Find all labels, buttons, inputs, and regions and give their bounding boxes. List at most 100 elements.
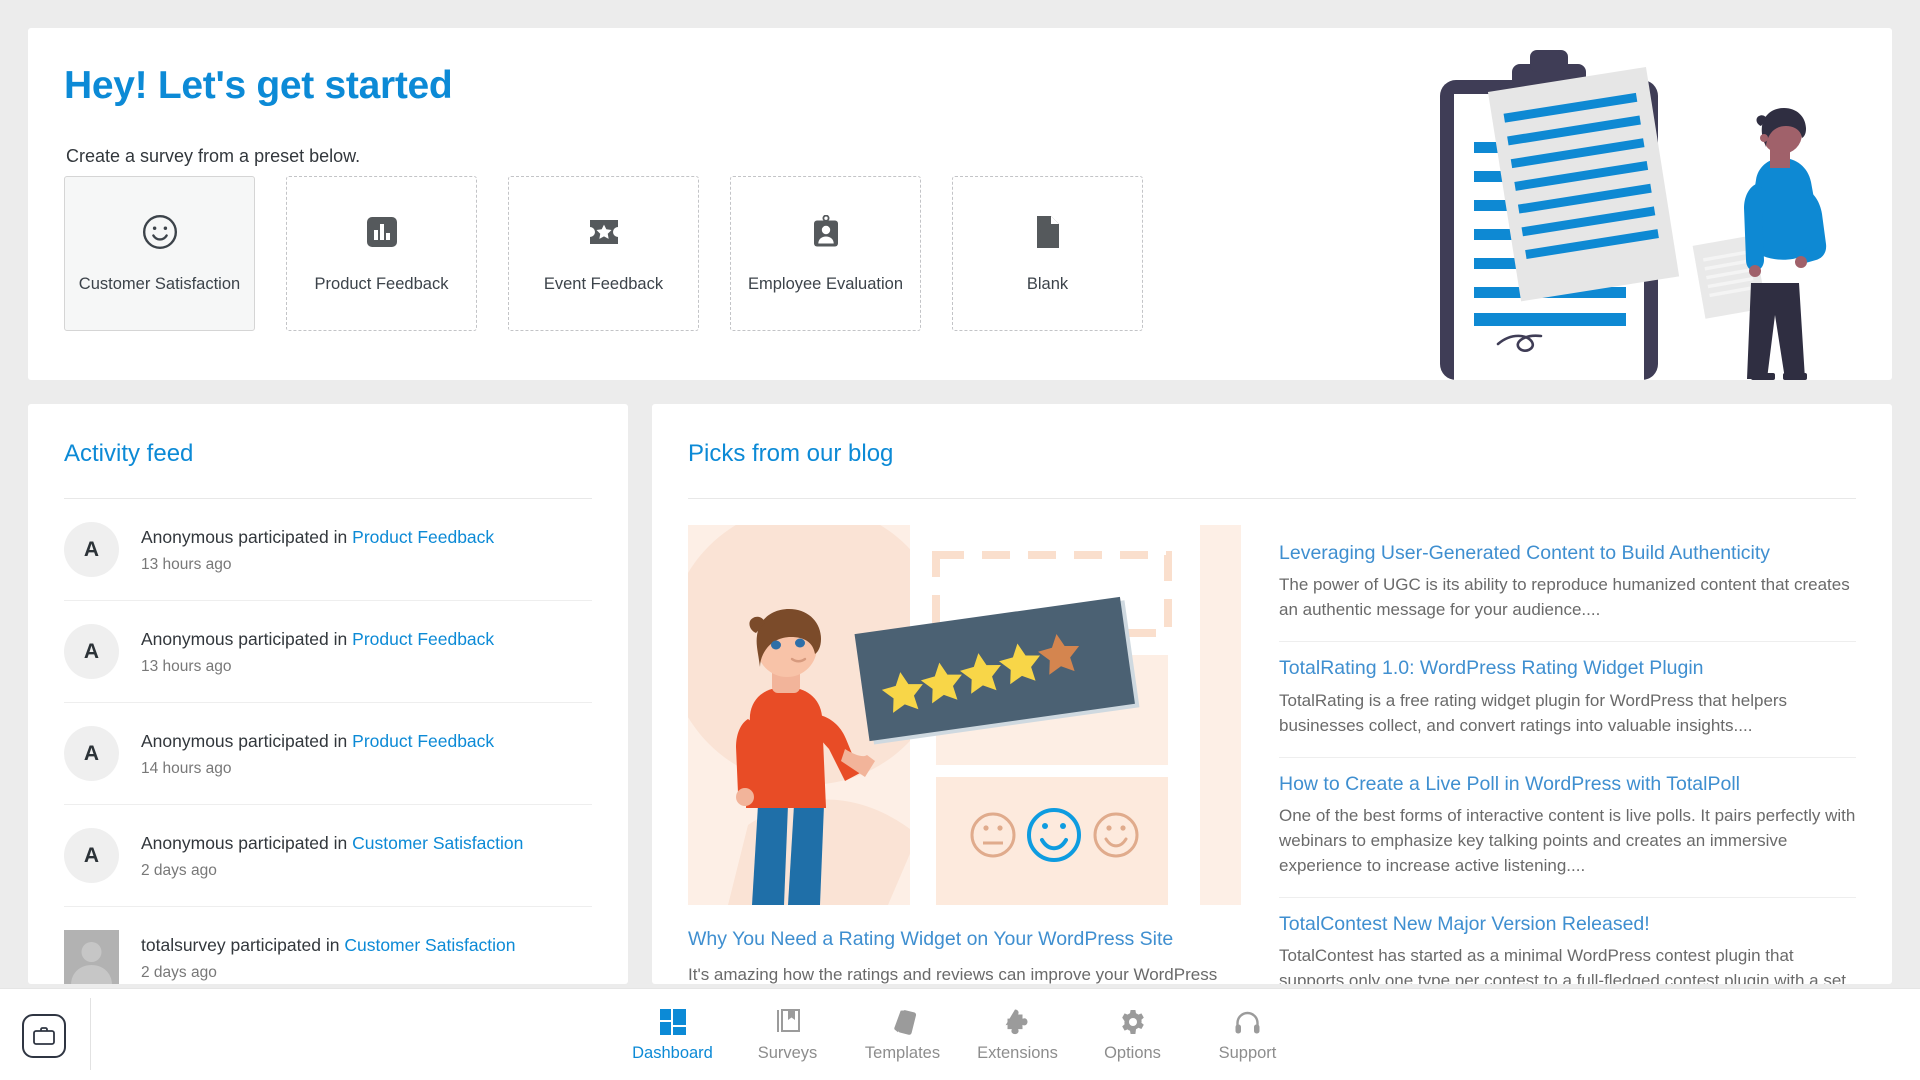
activity-feed-card: Activity feed A Anonymous participated i… [28, 404, 628, 984]
headset-icon [1234, 1007, 1261, 1035]
activity-time: 2 days ago [141, 862, 217, 880]
smiley-icon [141, 213, 179, 251]
activity-verb: participated in [230, 934, 340, 955]
activity-survey-link[interactable]: Product Feedback [352, 629, 494, 649]
post-excerpt: The power of UGC is its ability to repro… [1279, 575, 1850, 620]
activity-text: totalsurvey participated in Customer Sat… [141, 933, 516, 958]
activity-text: Anonymous participated in Product Feedba… [141, 627, 494, 652]
post-excerpt: One of the best forms of interactive con… [1279, 806, 1856, 876]
get-started-card: Hey! Let's get started Create a survey f… [28, 28, 1892, 380]
activity-user: Anonymous [141, 832, 234, 853]
activity-time: 13 hours ago [141, 658, 232, 676]
activity-user: Anonymous [141, 526, 234, 547]
page-title: Hey! Let's get started [64, 64, 453, 107]
avatar: A [64, 828, 119, 883]
blog-post-list: Leveraging User-Generated Content to Bui… [1279, 525, 1856, 984]
post-title[interactable]: TotalContest New Major Version Released! [1279, 912, 1856, 936]
activity-survey-link[interactable]: Customer Satisfaction [344, 935, 515, 955]
list-item[interactable]: TotalContest New Major Version Released!… [1279, 898, 1856, 984]
preset-list: Customer Satisfaction Product Feedback E… [64, 176, 1143, 331]
list-item[interactable]: How to Create a Live Poll in WordPress w… [1279, 758, 1856, 899]
nav-label: Dashboard [632, 1043, 713, 1062]
blog-picks-card: Picks from our blog Why You Need a Ratin… [652, 404, 1892, 984]
post-title[interactable]: Leveraging User-Generated Content to Bui… [1279, 541, 1856, 565]
activity-survey-link[interactable]: Product Feedback [352, 731, 494, 751]
nav-label: Surveys [757, 1043, 818, 1062]
preset-card-product-feedback[interactable]: Product Feedback [286, 176, 477, 331]
list-item[interactable]: A Anonymous participated in Customer Sat… [64, 805, 592, 907]
post-excerpt: TotalContest has started as a minimal Wo… [1279, 946, 1847, 984]
activity-user: Anonymous [141, 730, 234, 751]
activity-text: Anonymous participated in Product Feedba… [141, 525, 494, 550]
briefcase-icon[interactable] [22, 1014, 66, 1058]
activity-feed-title: Activity feed [64, 440, 194, 467]
preset-label: Product Feedback [314, 275, 449, 293]
post-title[interactable]: TotalRating 1.0: WordPress Rating Widget… [1279, 656, 1856, 680]
activity-survey-link[interactable]: Customer Satisfaction [352, 833, 523, 853]
preset-card-event-feedback[interactable]: Event Feedback [508, 176, 699, 331]
activity-user: totalsurvey [141, 934, 226, 955]
clipboard-and-person-illustration [1412, 28, 1882, 380]
preset-card-customer-satisfaction[interactable]: Customer Satisfaction [64, 176, 255, 331]
activity-survey-link[interactable]: Product Feedback [352, 527, 494, 547]
nav-label: Extensions [977, 1043, 1058, 1062]
nav-label: Support [1218, 1043, 1277, 1062]
nav-item-dashboard[interactable]: Dashboard [615, 1007, 730, 1063]
avatar: A [64, 624, 119, 679]
nav-item-support[interactable]: Support [1190, 1007, 1305, 1063]
avatar: A [64, 522, 119, 577]
nav-item-templates[interactable]: Templates [845, 1007, 960, 1063]
divider [90, 998, 91, 1070]
featured-post[interactable]: Why You Need a Rating Widget on Your Wor… [688, 525, 1241, 984]
nav-label: Templates [864, 1043, 941, 1062]
preset-label: Employee Evaluation [747, 275, 903, 293]
man-holding-star-rating-board-illustration [688, 525, 1241, 905]
avatar: A [64, 726, 119, 781]
bar-chart-icon [363, 213, 401, 251]
bottom-navigation-bar: Dashboard Surveys Templates Extensions O… [0, 988, 1920, 1080]
activity-text: Anonymous participated in Product Feedba… [141, 729, 494, 754]
list-item[interactable]: A Anonymous participated in Product Feed… [64, 703, 592, 805]
gear-icon [1120, 1007, 1146, 1035]
activity-time: 14 hours ago [141, 760, 232, 778]
book-icon [775, 1007, 801, 1035]
activity-verb: participated in [238, 628, 348, 649]
preset-label: Event Feedback [543, 275, 664, 293]
blank-page-icon [1029, 213, 1067, 251]
list-item[interactable]: A Anonymous participated in Product Feed… [64, 499, 592, 601]
preset-label: Customer Satisfaction [78, 275, 241, 293]
activity-text: Anonymous participated in Customer Satis… [141, 831, 523, 856]
activity-time: 2 days ago [141, 964, 217, 982]
dashboard-page: Hey! Let's get started Create a survey f… [0, 0, 1920, 1080]
activity-user: Anonymous [141, 628, 234, 649]
page-subtitle: Create a survey from a preset below. [66, 146, 361, 166]
post-title[interactable]: How to Create a Live Poll in WordPress w… [1279, 772, 1856, 796]
nav-item-options[interactable]: Options [1075, 1007, 1190, 1063]
preset-label: Blank [1026, 275, 1069, 293]
ticket-star-icon [585, 213, 623, 251]
templates-icon [889, 1007, 917, 1035]
dashboard-grid-icon [659, 1007, 686, 1035]
id-badge-icon [807, 213, 845, 251]
list-item[interactable]: Leveraging User-Generated Content to Bui… [1279, 527, 1856, 643]
activity-verb: participated in [238, 832, 348, 853]
post-excerpt: TotalRating is a free rating widget plug… [1279, 690, 1788, 735]
list-item[interactable]: A Anonymous participated in Product Feed… [64, 601, 592, 703]
nav-item-extensions[interactable]: Extensions [960, 1007, 1075, 1063]
blog-body: Why You Need a Rating Widget on Your Wor… [652, 499, 1892, 984]
preset-card-employee-evaluation[interactable]: Employee Evaluation [730, 176, 921, 331]
nav-items: Dashboard Surveys Templates Extensions O… [615, 1007, 1305, 1063]
puzzle-piece-icon [1004, 1007, 1032, 1035]
featured-post-title[interactable]: Why You Need a Rating Widget on Your Wor… [688, 927, 1241, 952]
activity-verb: participated in [238, 730, 348, 751]
activity-time: 13 hours ago [141, 556, 232, 574]
nav-item-surveys[interactable]: Surveys [730, 1007, 845, 1063]
list-item[interactable]: TotalRating 1.0: WordPress Rating Widget… [1279, 642, 1856, 758]
avatar [64, 930, 119, 984]
activity-verb: participated in [238, 526, 348, 547]
list-item[interactable]: totalsurvey participated in Customer Sat… [64, 907, 592, 984]
blog-title: Picks from our blog [688, 440, 894, 467]
activity-feed-list: A Anonymous participated in Product Feed… [28, 499, 628, 984]
preset-card-blank[interactable]: Blank [952, 176, 1143, 331]
featured-post-excerpt: It's amazing how the ratings and reviews… [688, 965, 1218, 984]
